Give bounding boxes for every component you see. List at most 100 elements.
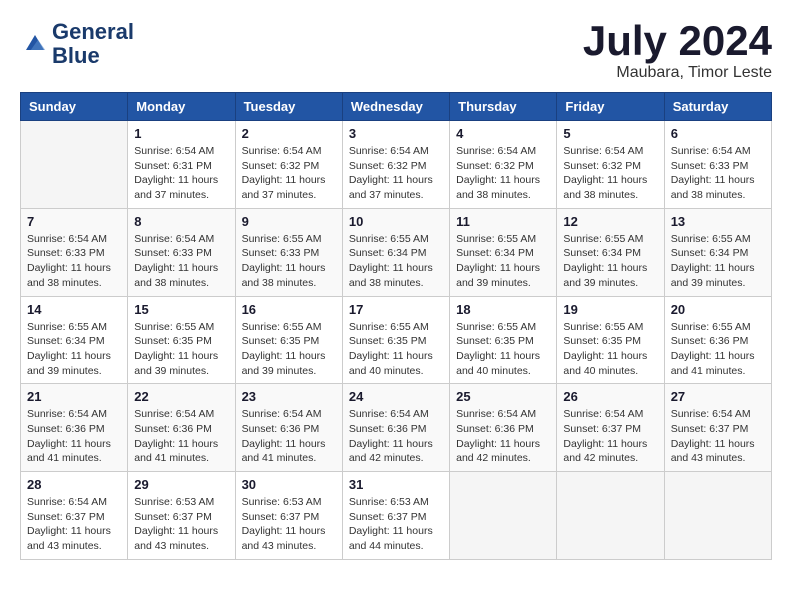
day-info: Sunrise: 6:54 AM Sunset: 6:37 PM Dayligh… <box>563 407 657 466</box>
location-subtitle: Maubara, Timor Leste <box>583 64 772 82</box>
month-title: July 2024 <box>583 20 772 62</box>
day-info: Sunrise: 6:53 AM Sunset: 6:37 PM Dayligh… <box>242 495 336 554</box>
calendar-cell: 7Sunrise: 6:54 AM Sunset: 6:33 PM Daylig… <box>21 208 128 296</box>
calendar-cell: 11Sunrise: 6:55 AM Sunset: 6:34 PM Dayli… <box>450 208 557 296</box>
day-info: Sunrise: 6:55 AM Sunset: 6:35 PM Dayligh… <box>456 320 550 379</box>
day-number: 17 <box>349 302 443 317</box>
day-number: 13 <box>671 214 765 229</box>
day-number: 20 <box>671 302 765 317</box>
day-info: Sunrise: 6:53 AM Sunset: 6:37 PM Dayligh… <box>134 495 228 554</box>
title-block: July 2024 Maubara, Timor Leste <box>583 20 772 82</box>
day-number: 1 <box>134 126 228 141</box>
calendar-cell <box>21 121 128 209</box>
calendar-cell: 18Sunrise: 6:55 AM Sunset: 6:35 PM Dayli… <box>450 296 557 384</box>
header-friday: Friday <box>557 93 664 121</box>
day-number: 9 <box>242 214 336 229</box>
calendar-cell: 2Sunrise: 6:54 AM Sunset: 6:32 PM Daylig… <box>235 121 342 209</box>
day-info: Sunrise: 6:54 AM Sunset: 6:33 PM Dayligh… <box>671 144 765 203</box>
calendar-cell: 28 Sunrise: 6:54 AM Sunset: 6:37 PM Dayli… <box>21 472 128 560</box>
day-number: 25 <box>456 389 550 404</box>
day-info: Sunrise: 6:54 AM Sunset: 6:33 PM Dayligh… <box>27 232 121 291</box>
day-number: 4 <box>456 126 550 141</box>
calendar-cell: 17 Sunrise: 6:55 AM Sunset: 6:35 PM Dayli… <box>342 296 449 384</box>
calendar-cell: 29 Sunrise: 6:53 AM Sunset: 6:37 PM Dayli… <box>128 472 235 560</box>
day-info: Sunrise: 6:54 AM Sunset: 6:37 PM Dayligh… <box>671 407 765 466</box>
day-number: 30 <box>242 477 336 492</box>
day-number: 27 <box>671 389 765 404</box>
day-number: 29 <box>134 477 228 492</box>
calendar-cell: 24Sunrise: 6:54 AM Sunset: 6:36 PM Dayli… <box>342 384 449 472</box>
day-number: 21 <box>27 389 121 404</box>
day-number: 15 <box>134 302 228 317</box>
week-row-1: 1 Sunrise: 6:54 AM Sunset: 6:31 PM Daylig… <box>21 121 772 209</box>
calendar-cell: 4 Sunrise: 6:54 AM Sunset: 6:32 PM Daylig… <box>450 121 557 209</box>
day-number: 28 <box>27 477 121 492</box>
calendar-cell <box>557 472 664 560</box>
day-number: 6 <box>671 126 765 141</box>
header-monday: Monday <box>128 93 235 121</box>
logo-line1: General <box>52 20 134 44</box>
day-number: 10 <box>349 214 443 229</box>
day-info: Sunrise: 6:54 AM Sunset: 6:32 PM Dayligh… <box>456 144 550 203</box>
calendar-cell: 6 Sunrise: 6:54 AM Sunset: 6:33 PM Daylig… <box>664 121 771 209</box>
calendar-cell: 8Sunrise: 6:54 AM Sunset: 6:33 PM Daylig… <box>128 208 235 296</box>
day-info: Sunrise: 6:54 AM Sunset: 6:32 PM Dayligh… <box>242 144 336 203</box>
calendar-cell: 3 Sunrise: 6:54 AM Sunset: 6:32 PM Daylig… <box>342 121 449 209</box>
day-info: Sunrise: 6:54 AM Sunset: 6:36 PM Dayligh… <box>242 407 336 466</box>
day-info: Sunrise: 6:55 AM Sunset: 6:33 PM Dayligh… <box>242 232 336 291</box>
calendar-cell: 21 Sunrise: 6:54 AM Sunset: 6:36 PM Dayli… <box>21 384 128 472</box>
day-info: Sunrise: 6:54 AM Sunset: 6:36 PM Dayligh… <box>27 407 121 466</box>
calendar-cell: 23Sunrise: 6:54 AM Sunset: 6:36 PM Dayli… <box>235 384 342 472</box>
day-number: 12 <box>563 214 657 229</box>
calendar-cell: 5 Sunrise: 6:54 AM Sunset: 6:32 PM Daylig… <box>557 121 664 209</box>
header-row: SundayMondayTuesdayWednesdayThursdayFrid… <box>21 93 772 121</box>
logo-line2: Blue <box>52 44 134 68</box>
day-info: Sunrise: 6:53 AM Sunset: 6:37 PM Dayligh… <box>349 495 443 554</box>
day-info: Sunrise: 6:55 AM Sunset: 6:34 PM Dayligh… <box>27 320 121 379</box>
header-thursday: Thursday <box>450 93 557 121</box>
calendar-cell: 20 Sunrise: 6:55 AM Sunset: 6:36 PM Dayli… <box>664 296 771 384</box>
header-saturday: Saturday <box>664 93 771 121</box>
day-info: Sunrise: 6:54 AM Sunset: 6:32 PM Dayligh… <box>563 144 657 203</box>
day-info: Sunrise: 6:54 AM Sunset: 6:37 PM Dayligh… <box>27 495 121 554</box>
logo-icon <box>20 29 50 59</box>
day-info: Sunrise: 6:55 AM Sunset: 6:34 PM Dayligh… <box>671 232 765 291</box>
calendar-cell: 25Sunrise: 6:54 AM Sunset: 6:36 PM Dayli… <box>450 384 557 472</box>
day-info: Sunrise: 6:55 AM Sunset: 6:34 PM Dayligh… <box>349 232 443 291</box>
day-info: Sunrise: 6:55 AM Sunset: 6:35 PM Dayligh… <box>242 320 336 379</box>
day-number: 3 <box>349 126 443 141</box>
week-row-5: 28 Sunrise: 6:54 AM Sunset: 6:37 PM Dayli… <box>21 472 772 560</box>
calendar-cell: 26Sunrise: 6:54 AM Sunset: 6:37 PM Dayli… <box>557 384 664 472</box>
day-info: Sunrise: 6:54 AM Sunset: 6:32 PM Dayligh… <box>349 144 443 203</box>
header-tuesday: Tuesday <box>235 93 342 121</box>
calendar-cell <box>664 472 771 560</box>
day-number: 5 <box>563 126 657 141</box>
calendar-cell: 13 Sunrise: 6:55 AM Sunset: 6:34 PM Dayli… <box>664 208 771 296</box>
day-info: Sunrise: 6:55 AM Sunset: 6:36 PM Dayligh… <box>671 320 765 379</box>
week-row-3: 14Sunrise: 6:55 AM Sunset: 6:34 PM Dayli… <box>21 296 772 384</box>
calendar-cell: 27 Sunrise: 6:54 AM Sunset: 6:37 PM Dayli… <box>664 384 771 472</box>
day-info: Sunrise: 6:54 AM Sunset: 6:33 PM Dayligh… <box>134 232 228 291</box>
week-row-2: 7Sunrise: 6:54 AM Sunset: 6:33 PM Daylig… <box>21 208 772 296</box>
day-info: Sunrise: 6:55 AM Sunset: 6:35 PM Dayligh… <box>563 320 657 379</box>
calendar-cell: 12 Sunrise: 6:55 AM Sunset: 6:34 PM Dayli… <box>557 208 664 296</box>
day-info: Sunrise: 6:55 AM Sunset: 6:34 PM Dayligh… <box>563 232 657 291</box>
calendar-cell: 9 Sunrise: 6:55 AM Sunset: 6:33 PM Daylig… <box>235 208 342 296</box>
calendar-cell: 1 Sunrise: 6:54 AM Sunset: 6:31 PM Daylig… <box>128 121 235 209</box>
day-info: Sunrise: 6:55 AM Sunset: 6:35 PM Dayligh… <box>349 320 443 379</box>
calendar-cell: 10 Sunrise: 6:55 AM Sunset: 6:34 PM Dayli… <box>342 208 449 296</box>
calendar-cell <box>450 472 557 560</box>
page-header: General Blue July 2024 Maubara, Timor Le… <box>20 20 772 82</box>
day-info: Sunrise: 6:54 AM Sunset: 6:36 PM Dayligh… <box>349 407 443 466</box>
day-info: Sunrise: 6:55 AM Sunset: 6:35 PM Dayligh… <box>134 320 228 379</box>
day-number: 31 <box>349 477 443 492</box>
week-row-4: 21 Sunrise: 6:54 AM Sunset: 6:36 PM Dayli… <box>21 384 772 472</box>
day-info: Sunrise: 6:54 AM Sunset: 6:36 PM Dayligh… <box>134 407 228 466</box>
calendar-cell: 19Sunrise: 6:55 AM Sunset: 6:35 PM Dayli… <box>557 296 664 384</box>
day-info: Sunrise: 6:55 AM Sunset: 6:34 PM Dayligh… <box>456 232 550 291</box>
calendar-cell: 14Sunrise: 6:55 AM Sunset: 6:34 PM Dayli… <box>21 296 128 384</box>
calendar-cell: 15 Sunrise: 6:55 AM Sunset: 6:35 PM Dayli… <box>128 296 235 384</box>
calendar-table: SundayMondayTuesdayWednesdayThursdayFrid… <box>20 92 772 560</box>
day-info: Sunrise: 6:54 AM Sunset: 6:31 PM Dayligh… <box>134 144 228 203</box>
calendar-cell: 16Sunrise: 6:55 AM Sunset: 6:35 PM Dayli… <box>235 296 342 384</box>
